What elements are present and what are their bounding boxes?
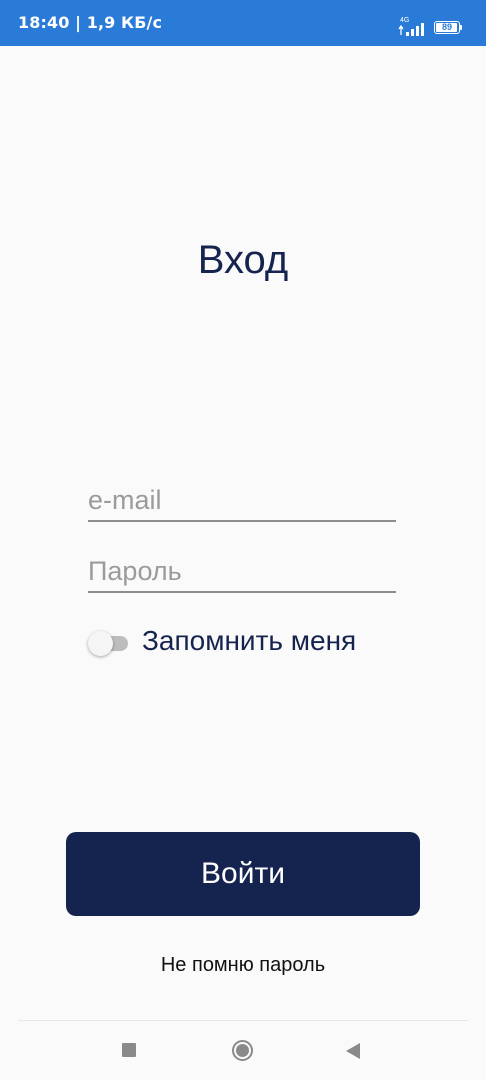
remember-me-toggle[interactable] <box>88 631 130 657</box>
email-input[interactable] <box>88 480 396 520</box>
page-title: Вход <box>197 238 289 282</box>
password-field <box>88 551 396 593</box>
toggle-thumb <box>88 631 113 656</box>
email-underline <box>88 520 396 522</box>
remember-me-row: Запомнить меня <box>88 623 408 663</box>
recent-apps-icon[interactable] <box>122 1043 136 1057</box>
battery-tip <box>460 25 462 30</box>
forgot-password-link[interactable]: Не помню пароль <box>0 954 486 977</box>
login-button[interactable]: Войти <box>66 832 420 916</box>
password-input[interactable] <box>88 551 396 591</box>
home-icon[interactable] <box>232 1040 253 1061</box>
navigation-bar <box>0 1021 486 1080</box>
status-time-speed: 18:40 | 1,9 КБ/с <box>18 13 163 32</box>
battery-level: 89 <box>441 22 452 32</box>
battery-icon: 89 <box>434 21 460 34</box>
status-bar: 18:40 | 1,9 КБ/с 4G 89 <box>0 0 486 46</box>
remember-me-label[interactable]: Запомнить меня <box>142 625 356 657</box>
back-icon[interactable] <box>346 1043 360 1059</box>
home-icon-dot <box>236 1044 249 1057</box>
signal-icon <box>398 23 424 36</box>
password-underline <box>88 591 396 593</box>
email-field <box>88 480 396 522</box>
